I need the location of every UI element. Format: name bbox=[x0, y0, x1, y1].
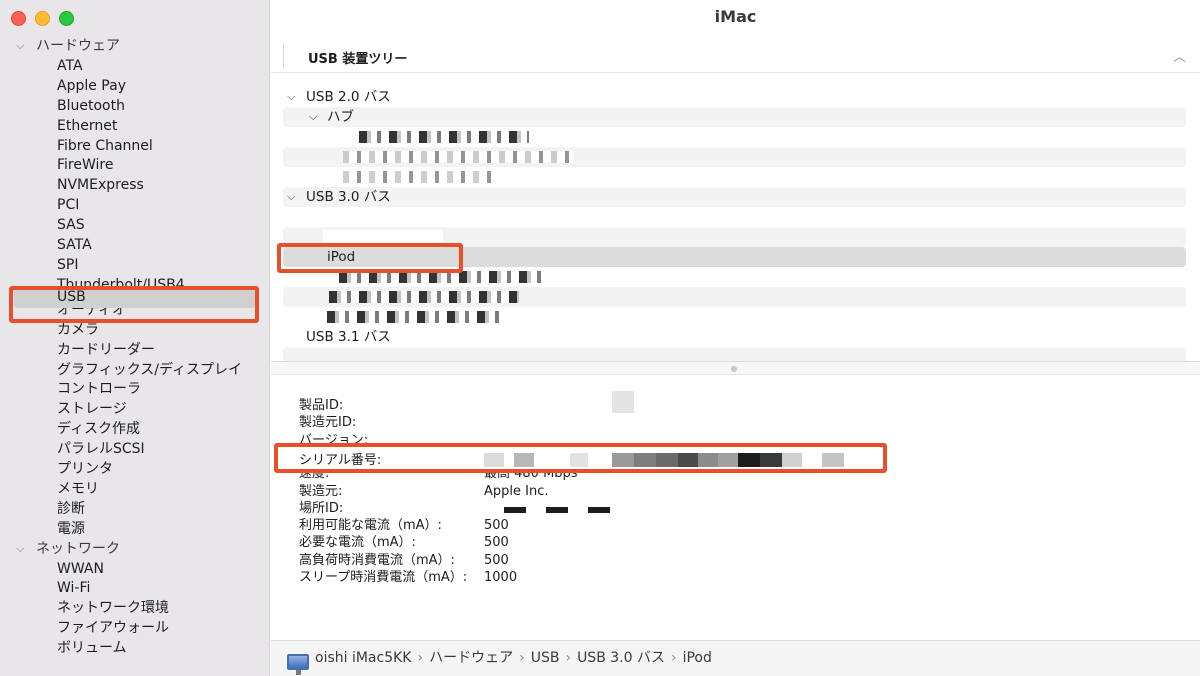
sidebar-item-wwan[interactable]: WWAN bbox=[0, 559, 270, 579]
sidebar-item-wifi[interactable]: Wi-Fi bbox=[0, 578, 270, 598]
sidebar-item-ethernet[interactable]: Ethernet bbox=[0, 116, 270, 136]
tree-header-label: USB 装置ツリー bbox=[308, 52, 408, 67]
breadcrumb-computer[interactable]: oishi iMac5KK bbox=[315, 641, 411, 675]
divider bbox=[271, 72, 1200, 73]
sidebar-item-audio[interactable]: オーディオ bbox=[0, 308, 270, 320]
sidebar-item-ata[interactable]: ATA bbox=[0, 56, 270, 76]
redacted-text bbox=[339, 271, 549, 283]
redacted-text bbox=[343, 171, 493, 183]
detail-row: 場所ID: bbox=[299, 500, 1159, 517]
redacted-text bbox=[329, 291, 519, 303]
device-details: 製品ID: 製造元ID: バージョン: シリアル番号: 速度: 最高 480 M… bbox=[299, 391, 1159, 586]
sidebar-item-diagnostics[interactable]: 診断 bbox=[0, 499, 270, 519]
sidebar-item-sata[interactable]: SATA bbox=[0, 235, 270, 255]
chevron-down-icon: ⌵ bbox=[16, 541, 25, 555]
breadcrumb-separator: › bbox=[670, 650, 677, 666]
sidebar-item-firewire[interactable]: FireWire bbox=[0, 155, 270, 175]
sidebar-item-disc-burning[interactable]: ディスク作成 bbox=[0, 419, 270, 439]
sidebar-item-camera[interactable]: カメラ bbox=[0, 320, 270, 340]
tree-row-redacted[interactable] bbox=[283, 147, 1186, 167]
sidebar-group-network[interactable]: ⌵ ネットワーク bbox=[0, 539, 270, 559]
chevron-down-icon: ⌵ bbox=[287, 190, 296, 203]
close-button[interactable] bbox=[11, 11, 26, 26]
sidebar-item-card-reader[interactable]: カードリーダー bbox=[0, 340, 270, 360]
tree-row-redacted[interactable] bbox=[283, 127, 1186, 147]
breadcrumb-separator: › bbox=[565, 650, 572, 666]
drag-handle-icon[interactable] bbox=[731, 366, 737, 372]
chevron-down-icon: ⌵ bbox=[16, 39, 25, 52]
breadcrumb-separator: › bbox=[417, 650, 424, 666]
breadcrumb-usb30-bus[interactable]: USB 3.0 バス bbox=[577, 641, 665, 675]
sidebar-item-sas[interactable]: SAS bbox=[0, 215, 270, 235]
detail-row-serial: シリアル番号: bbox=[299, 450, 1159, 470]
sidebar-item-printer[interactable]: プリンタ bbox=[0, 459, 270, 479]
sidebar-item-graphics[interactable]: グラフィックス/ディスプレイ bbox=[0, 360, 270, 380]
chevron-up-icon[interactable]: ︿ bbox=[1173, 46, 1186, 65]
main-panel: iMac USB 装置ツリー ︿ ⌵ USB 2.0 バス ⌵ ハブ ⌵ USB… bbox=[271, 0, 1200, 676]
sidebar-item-power[interactable]: 電源 bbox=[0, 519, 270, 539]
redacted-value bbox=[484, 452, 854, 467]
sidebar-item-spi[interactable]: SPI bbox=[0, 255, 270, 275]
detail-row: 高負荷時消費電流（mA）: 500 bbox=[299, 552, 509, 568]
tree-row-device[interactable] bbox=[283, 227, 1186, 247]
imac-icon bbox=[287, 654, 309, 675]
window-controls bbox=[11, 11, 74, 26]
tree-row-redacted[interactable] bbox=[283, 267, 1186, 287]
redacted-text bbox=[343, 151, 573, 163]
sidebar-item-usb[interactable]: USB bbox=[14, 285, 255, 308]
tree-row-redacted[interactable] bbox=[283, 287, 1186, 307]
window-title: iMac bbox=[714, 7, 757, 26]
sidebar-item-bluetooth[interactable]: Bluetooth bbox=[0, 96, 270, 116]
sidebar-item-locations[interactable]: ネットワーク環境 bbox=[0, 598, 270, 618]
sidebar-item-firewall[interactable]: ファイアウォール bbox=[0, 618, 270, 638]
redacted-text bbox=[359, 131, 529, 143]
redacted-text bbox=[327, 311, 507, 323]
sidebar-item-fibre-channel[interactable]: Fibre Channel bbox=[0, 136, 270, 156]
detail-row: 利用可能な電流（mA）: 500 bbox=[299, 518, 509, 534]
split-view-divider[interactable] bbox=[271, 361, 1200, 375]
zoom-button[interactable] bbox=[59, 11, 74, 26]
sidebar: ⌵ ハードウェア ATA Apple Pay Bluetooth Etherne… bbox=[0, 0, 270, 676]
minimize-button[interactable] bbox=[35, 11, 50, 26]
detail-row: 製造元: Apple Inc. bbox=[299, 483, 549, 499]
sidebar-group-hardware[interactable]: ⌵ ハードウェア bbox=[0, 36, 270, 56]
sidebar-item-nvmexpress[interactable]: NVMExpress bbox=[0, 175, 270, 195]
tree-header[interactable]: USB 装置ツリー ︿ bbox=[283, 44, 1186, 68]
tree-row-redacted[interactable] bbox=[283, 307, 1186, 327]
path-bar: oishi iMac5KK › ハードウェア › USB › USB 3.0 バ… bbox=[271, 640, 1200, 676]
redacted-value bbox=[612, 391, 634, 413]
detail-row: バージョン: bbox=[299, 432, 369, 444]
tree-row-usb31-bus[interactable]: USB 3.1 バス bbox=[283, 327, 1186, 347]
breadcrumb-usb[interactable]: USB bbox=[531, 641, 560, 675]
detail-row: 必要な電流（mA）: 500 bbox=[299, 535, 509, 551]
detail-row: 製品ID: bbox=[299, 391, 1159, 414]
sidebar-list: ⌵ ハードウェア ATA Apple Pay Bluetooth Etherne… bbox=[0, 36, 270, 658]
detail-row: スリープ時消費電流（mA）: 1000 bbox=[299, 570, 518, 586]
sidebar-item-memory[interactable]: メモリ bbox=[0, 479, 270, 499]
chevron-down-icon: ⌵ bbox=[287, 90, 296, 103]
usb-device-tree: ⌵ USB 2.0 バス ⌵ ハブ ⌵ USB 3.0 バス iPod USB … bbox=[283, 87, 1186, 367]
breadcrumb-separator: › bbox=[519, 650, 525, 666]
breadcrumb-ipod[interactable]: iPod bbox=[683, 641, 712, 675]
tree-row-usb30-bus[interactable]: ⌵ USB 3.0 バス bbox=[283, 187, 1186, 207]
chevron-down-icon: ⌵ bbox=[309, 110, 318, 123]
tree-row-ipod[interactable]: iPod bbox=[283, 247, 1186, 267]
tree-row-hub[interactable]: ⌵ ハブ bbox=[283, 107, 1186, 127]
detail-row: 製造元ID: bbox=[299, 415, 357, 431]
tree-row-usb20-bus[interactable]: ⌵ USB 2.0 バス bbox=[283, 87, 1186, 107]
redacted-value bbox=[504, 506, 610, 513]
sidebar-item-controller[interactable]: コントローラ bbox=[0, 379, 270, 399]
sidebar-item-apple-pay[interactable]: Apple Pay bbox=[0, 76, 270, 96]
sidebar-item-storage[interactable]: ストレージ bbox=[0, 399, 270, 419]
sidebar-item-volumes[interactable]: ボリューム bbox=[0, 638, 270, 658]
breadcrumb-hardware[interactable]: ハードウェア bbox=[429, 641, 513, 675]
breadcrumb: oishi iMac5KK › ハードウェア › USB › USB 3.0 バ… bbox=[287, 641, 712, 675]
sidebar-item-parallel-scsi[interactable]: パラレルSCSI bbox=[0, 439, 270, 459]
detail-row: 速度: 最高 480 Mbps bbox=[299, 469, 578, 481]
sidebar-item-pci[interactable]: PCI bbox=[0, 195, 270, 215]
tree-row-device[interactable] bbox=[283, 207, 1186, 227]
tree-row-redacted[interactable] bbox=[283, 167, 1186, 187]
sidebar-item-thunderbolt[interactable]: Thunderbolt/USB4 bbox=[0, 275, 270, 286]
